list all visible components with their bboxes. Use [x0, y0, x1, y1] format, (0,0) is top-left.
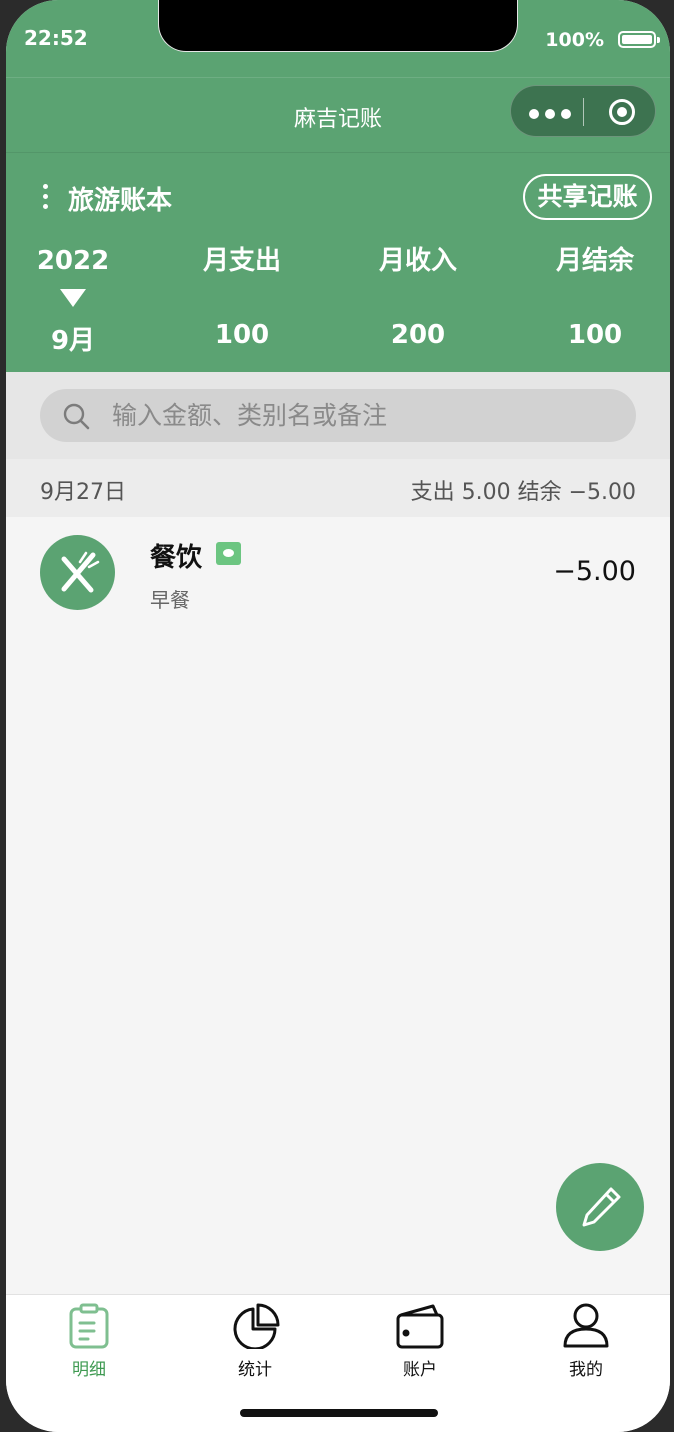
- miniprogram-capsule: [510, 85, 656, 137]
- share-bookkeeping-button[interactable]: 共享记账: [523, 174, 652, 220]
- income-label: 月收入: [378, 246, 457, 276]
- phone-screen: 22:52 100% 麻吉记账 旅游账本 共享记账 2022 9月 月支出 10…: [6, 0, 670, 1432]
- entry-category: 餐饮: [150, 543, 203, 573]
- pie-chart-icon: [233, 1303, 280, 1349]
- more-dots-icon[interactable]: [529, 109, 571, 119]
- battery-icon: [618, 31, 660, 48]
- tab-label: 账户: [403, 1360, 437, 1380]
- balance-label: 月结余: [555, 246, 634, 276]
- day-date: 9月27日: [40, 480, 126, 505]
- monthly-expense: 月支出 100: [172, 244, 312, 350]
- capsule-divider: [583, 98, 584, 126]
- expense-value: 100: [214, 320, 270, 350]
- month-label: 9月: [50, 326, 96, 356]
- status-time: 22:52: [24, 26, 88, 50]
- tab-label: 我的: [569, 1360, 603, 1380]
- screen-notch: [158, 0, 518, 52]
- search-icon: [63, 403, 90, 430]
- expense-label: 月支出: [202, 246, 281, 276]
- income-value: 200: [390, 320, 446, 350]
- entry-note: 早餐: [150, 588, 190, 612]
- battery-percent: 100%: [545, 29, 604, 51]
- balance-value: 100: [567, 320, 623, 350]
- divider: [6, 77, 670, 78]
- monthly-income: 月收入 200: [348, 244, 488, 350]
- tab-label: 明细: [72, 1360, 106, 1380]
- search-box[interactable]: [40, 389, 636, 442]
- month-picker[interactable]: 2022 9月: [6, 244, 143, 356]
- tab-label: 统计: [238, 1360, 272, 1380]
- home-indicator: [240, 1409, 438, 1417]
- triangle-down-icon[interactable]: [60, 289, 86, 307]
- day-summary: 支出 5.00 结余 −5.00: [410, 480, 636, 505]
- clipboard-icon: [69, 1303, 109, 1349]
- search-bar: [6, 372, 670, 459]
- tab-accounts[interactable]: 账户: [365, 1303, 475, 1380]
- year-label: 2022: [36, 246, 110, 276]
- tab-profile[interactable]: 我的: [531, 1303, 641, 1380]
- tab-statistics[interactable]: 统计: [200, 1303, 310, 1380]
- vertical-dots-icon[interactable]: [43, 184, 49, 210]
- monthly-balance: 月结余 100: [525, 244, 665, 350]
- add-record-button[interactable]: [556, 1163, 644, 1251]
- pencil-icon: [582, 1187, 621, 1227]
- entry-amount: −5.00: [553, 556, 636, 587]
- target-circle-icon[interactable]: [609, 99, 635, 125]
- tab-details[interactable]: 明细: [34, 1303, 144, 1380]
- wallet-icon: [396, 1304, 444, 1349]
- day-group-header: 9月27日 支出 5.00 结余 −5.00: [6, 459, 670, 517]
- book-name[interactable]: 旅游账本: [68, 180, 172, 217]
- person-icon: [563, 1303, 609, 1348]
- list-item[interactable]: 餐饮 早餐 −5.00: [6, 517, 670, 627]
- fork-knife-icon: [40, 535, 115, 610]
- wechat-icon: [216, 542, 241, 565]
- divider: [6, 152, 670, 153]
- search-input[interactable]: [112, 389, 612, 442]
